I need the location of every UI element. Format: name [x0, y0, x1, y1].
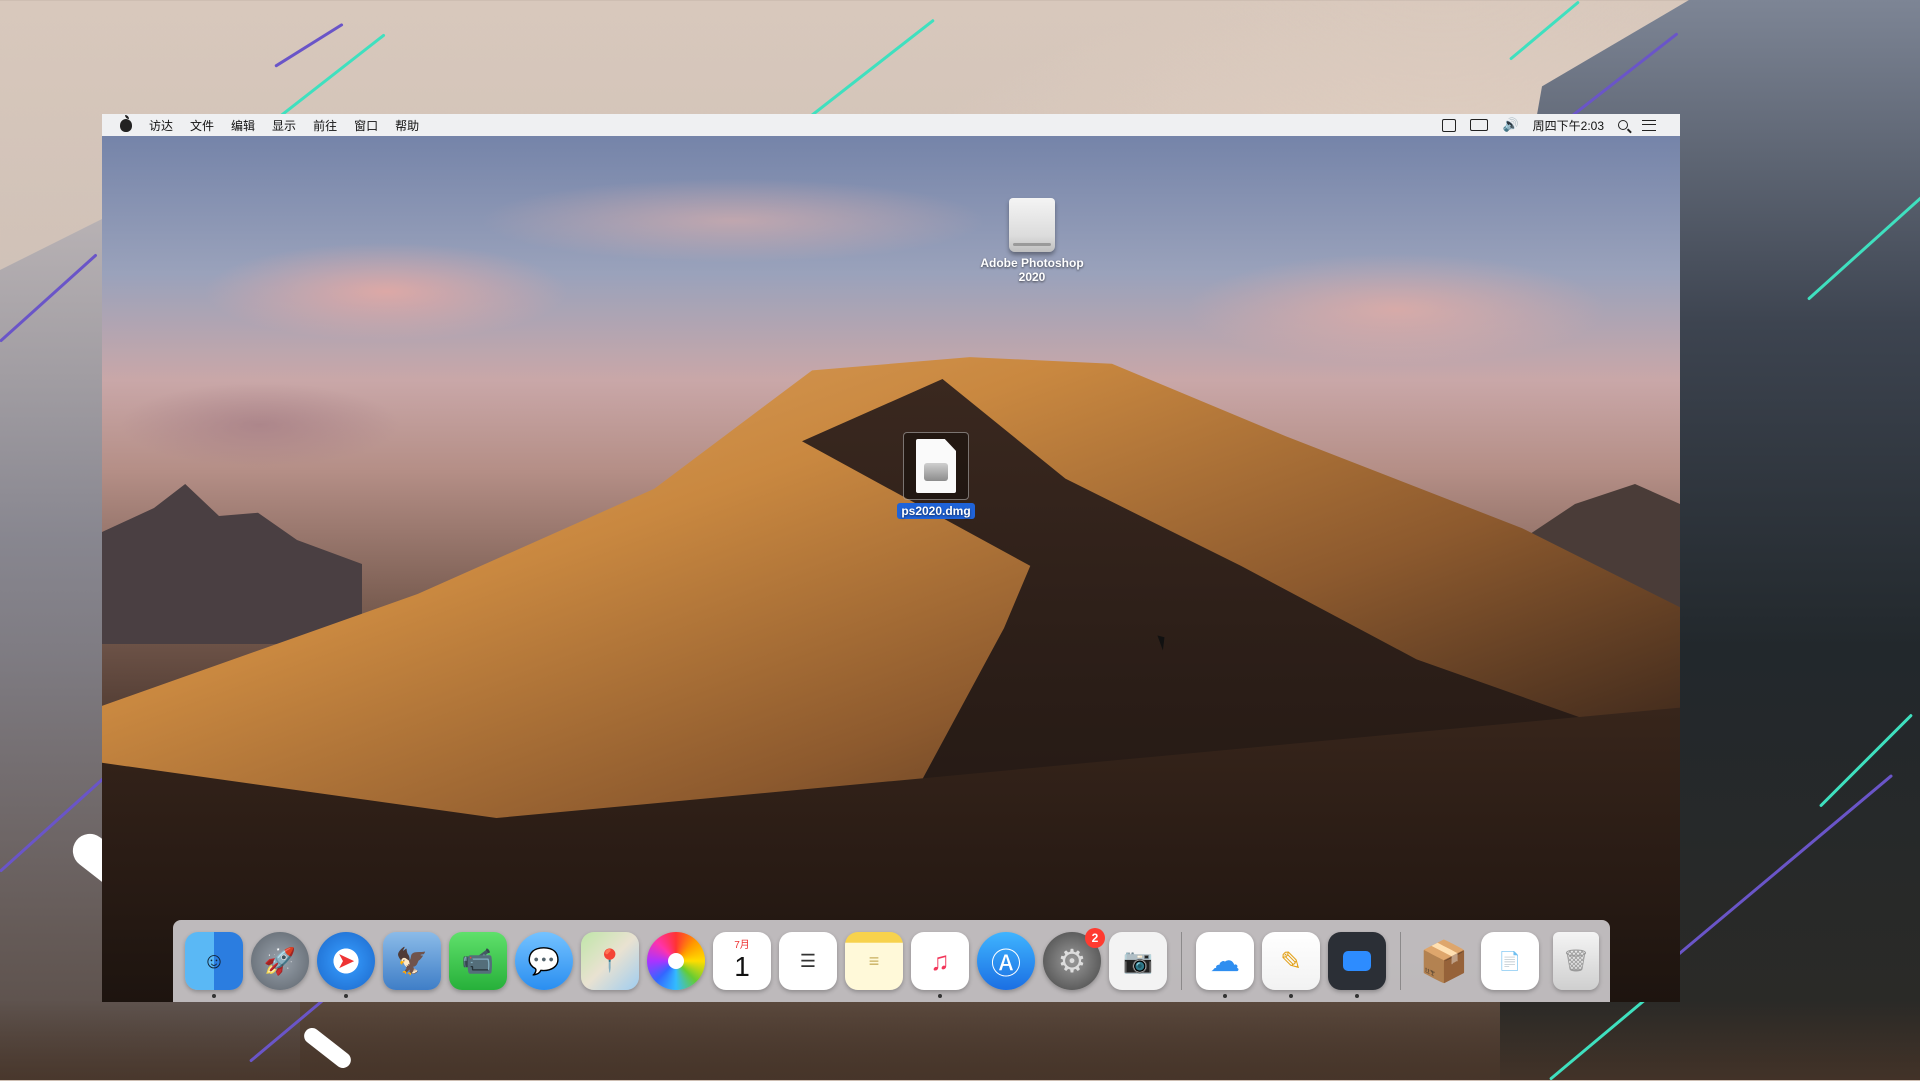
menu-help[interactable]: 帮助 — [395, 117, 419, 134]
checklist-icon: ☰ — [799, 950, 817, 971]
dock-facetime[interactable]: 📹 — [449, 932, 507, 990]
dock: ☺ 🚀 ➤ 🦅 📹 💬 📍 7月 1 ☰ ≡ ♫ Ⓐ ⚙ 2 📷 ☁ ✎ 📦 📄… — [173, 920, 1610, 1002]
volume-icon[interactable]: 🔊 — [1502, 117, 1518, 133]
package-box-icon: 📦 — [1419, 939, 1469, 984]
running-indicator — [344, 994, 348, 998]
notification-center-icon[interactable] — [1642, 119, 1656, 131]
dock-document[interactable]: 📄 — [1481, 932, 1539, 990]
dock-baidu-netdisk[interactable]: ☁ — [1196, 932, 1254, 998]
desktop-icon-ps2020-dmg[interactable]: ps2020.dmg — [886, 432, 986, 519]
dock-photos[interactable] — [647, 932, 705, 990]
eagle-stamp-icon: 🦅 — [395, 945, 429, 976]
running-indicator — [938, 994, 942, 998]
dock-mail[interactable]: 🦅 — [383, 932, 441, 990]
dock-music[interactable]: ♫ — [911, 932, 969, 998]
running-indicator — [1355, 994, 1359, 998]
finder-icon: ☺ — [202, 948, 226, 973]
notepad-icon: ≡ — [868, 950, 880, 971]
dock-calendar[interactable]: 7月 1 — [713, 932, 771, 990]
menu-view[interactable]: 显示 — [272, 117, 296, 134]
desktop-icon-label: 2020 — [1018, 270, 1046, 284]
dock-finder[interactable]: ☺ — [185, 932, 243, 998]
speech-bubble-icon: 💬 — [527, 945, 561, 976]
dock-launchpad[interactable]: 🚀 — [251, 932, 309, 990]
map-pin-icon: 📍 — [596, 948, 624, 973]
document-icon: 📄 — [1498, 950, 1522, 971]
decor-stroke — [799, 18, 935, 126]
running-indicator — [1289, 994, 1293, 998]
rocket-icon: 🚀 — [263, 945, 297, 976]
photos-flower-icon — [668, 953, 684, 969]
mac-screen: 访达 文件 编辑 显示 前往 窗口 帮助 🔊 周四下午2:03 Adobe Ph… — [102, 114, 1680, 1002]
dock-safari[interactable]: ➤ — [317, 932, 375, 998]
display-mirroring-icon[interactable] — [1470, 119, 1489, 131]
desktop-icon-label: Adobe Photoshop — [980, 256, 1084, 270]
cloud-icon: ☁ — [1210, 944, 1240, 978]
music-note-icon: ♫ — [930, 945, 950, 976]
menu-file[interactable]: 文件 — [190, 117, 214, 134]
video-icon — [1343, 951, 1371, 971]
calendar-day: 1 — [734, 951, 750, 982]
menu-go[interactable]: 前往 — [313, 117, 337, 134]
dock-messages[interactable]: 💬 — [515, 932, 573, 990]
dock-screenshot[interactable]: 📷 — [1109, 932, 1167, 990]
dock-trash[interactable]: 🗑 — [1553, 932, 1599, 990]
menu-finder[interactable]: 访达 — [149, 117, 173, 134]
dock-system-preferences[interactable]: ⚙ 2 — [1043, 928, 1105, 990]
running-indicator — [1223, 994, 1227, 998]
decor-stroke — [1509, 0, 1580, 61]
dock-installer[interactable]: 📦 — [1415, 932, 1473, 990]
input-method-icon[interactable] — [1442, 118, 1457, 132]
dmg-file-icon — [916, 439, 956, 493]
dock-reminders[interactable]: ☰ — [779, 932, 837, 990]
dock-notes[interactable]: ≡ — [845, 932, 903, 990]
desktop-icon-label: ps2020.dmg — [897, 503, 975, 519]
trash-icon: 🗑 — [1562, 948, 1590, 973]
dock-maps[interactable]: 📍 — [581, 932, 639, 990]
dock-zoom[interactable] — [1328, 932, 1386, 998]
decor-stroke — [274, 22, 344, 68]
camera-icon: 📷 — [1123, 947, 1153, 975]
external-drive-icon — [1009, 198, 1055, 252]
apple-logo-icon[interactable] — [120, 114, 132, 132]
compass-icon: ➤ — [336, 948, 356, 973]
app-store-icon: Ⓐ — [991, 948, 1021, 981]
desktop-icon-photoshop-volume[interactable]: Adobe Photoshop 2020 — [972, 198, 1092, 284]
menu-window[interactable]: 窗口 — [354, 117, 378, 134]
notification-badge: 2 — [1085, 928, 1105, 948]
menu-edit[interactable]: 编辑 — [231, 117, 255, 134]
video-camera-icon: 📹 — [461, 945, 495, 976]
icon-selection-box — [903, 432, 969, 500]
dock-separator — [1400, 932, 1401, 990]
menu-bar: 访达 文件 编辑 显示 前往 窗口 帮助 🔊 周四下午2:03 — [102, 114, 1680, 136]
dock-pages[interactable]: ✎ — [1262, 932, 1320, 998]
dock-separator — [1181, 932, 1182, 990]
dock-app-store[interactable]: Ⓐ — [977, 932, 1035, 990]
menu-clock[interactable]: 周四下午2:03 — [1533, 117, 1604, 134]
pen-icon: ✎ — [1280, 945, 1302, 976]
running-indicator — [212, 994, 216, 998]
spotlight-search-icon[interactable] — [1618, 120, 1628, 130]
gear-icon: ⚙ — [1057, 943, 1087, 979]
